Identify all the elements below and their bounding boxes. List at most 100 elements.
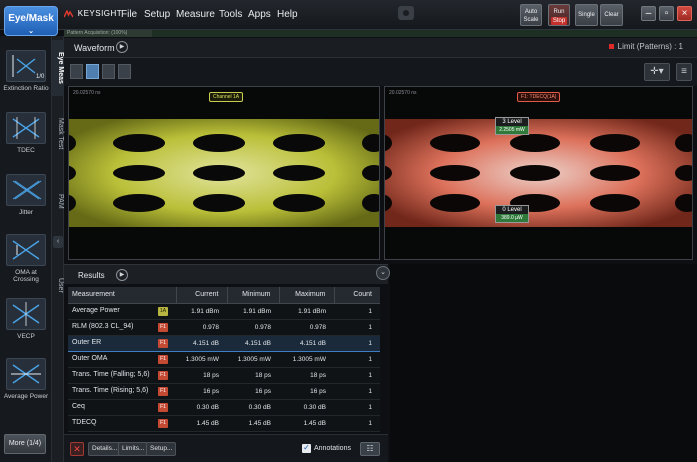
- tdecq-channel-badge[interactable]: F1: TDECQ(1A): [517, 92, 561, 102]
- table-row[interactable]: Trans. Time (Rising; 5,6) F1 16 ps 16 ps 16 …: [68, 383, 380, 400]
- stop-state-label: Stop: [551, 17, 567, 25]
- results-expand-icon[interactable]: ▶: [116, 269, 128, 281]
- auto-scale-button[interactable]: Auto Scale: [520, 4, 542, 26]
- cell-minimum: 1.45 dB: [227, 415, 279, 432]
- tab-pam[interactable]: PAM: [52, 186, 64, 216]
- eye-diagram-channel-1a[interactable]: 20.02570 ns Channel 1A: [52, 86, 386, 260]
- app-window: Eye/Mask ⌄ KEYSIGHT File Setup Measure T…: [0, 0, 697, 462]
- results-footer: ✕ Details... Limits... Setup... ✓ Annota…: [64, 434, 388, 462]
- sidebar-item-vecp[interactable]: VECP: [0, 298, 52, 340]
- cell-maximum: 0.30 dB: [279, 399, 334, 416]
- sidebar-item-jitter[interactable]: Jitter: [0, 174, 52, 216]
- table-row[interactable]: Outer ER F1 4.151 dB 4.151 dB 4.151 dB 1: [68, 334, 380, 352]
- eye-mask-mode-button[interactable]: Eye/Mask ⌄: [4, 6, 58, 36]
- collapse-sidebar-icon[interactable]: ‹: [53, 236, 63, 248]
- mode-button-label: Eye/Mask: [8, 13, 54, 24]
- sidebar-label: OMA at Crossing: [13, 269, 39, 283]
- cell-minimum: 0.978: [227, 319, 279, 336]
- menu-lines-icon[interactable]: ≡: [676, 63, 692, 81]
- sidebar-label: TDEC: [17, 147, 35, 154]
- source-badge: F1: [158, 370, 168, 380]
- menu-file[interactable]: File: [121, 9, 137, 20]
- vertical-tab-strip: Eye Meas Mask Test PAM ‹ User: [52, 36, 64, 462]
- add-marker-button[interactable]: ✛▾: [644, 63, 670, 81]
- limits-button[interactable]: Limits...: [118, 442, 149, 456]
- single-button[interactable]: Single: [575, 4, 598, 26]
- results-table-container: Measurement Current Minimum Maximum Coun…: [68, 287, 380, 432]
- table-row[interactable]: TDECQ F1 1.45 dB 1.45 dB 1.45 dB 1: [68, 415, 380, 432]
- menu-setup[interactable]: Setup: [144, 9, 170, 20]
- menu-tools[interactable]: Tools: [219, 9, 242, 20]
- tab-mask-test[interactable]: Mask Test: [52, 104, 64, 164]
- oma-crossing-icon: [6, 234, 46, 266]
- collapse-results-icon[interactable]: ⌄: [376, 266, 390, 280]
- menu-measure[interactable]: Measure: [176, 9, 215, 20]
- sidebar-item-average-power[interactable]: Average Power: [0, 358, 52, 400]
- clear-display-button[interactable]: Clear: [600, 4, 623, 26]
- more-measurements-button[interactable]: More (1/4): [4, 434, 46, 454]
- limit-status: Limit (Patterns) : 1: [608, 42, 683, 51]
- column-header-measurement[interactable]: Measurement: [68, 287, 177, 304]
- eye-diagram-tdecq[interactable]: 20.02570 ns F1: TDECQ(1A) 3 Level 2.2505…: [368, 86, 697, 260]
- run-stop-button[interactable]: Run Stop: [548, 4, 570, 26]
- keysight-wave-icon: [63, 9, 74, 18]
- cell-minimum: 18 ps: [227, 367, 279, 384]
- sidebar-label: Extinction Ratio: [3, 85, 49, 92]
- channel-1a-badge[interactable]: Channel 1A: [209, 92, 244, 102]
- cell-minimum: 4.151 dB: [227, 334, 279, 352]
- layout-single-button[interactable]: [70, 64, 83, 79]
- measurement-name-cell: Average Power 1A: [68, 303, 176, 320]
- table-row[interactable]: Ceq F1 0.30 dB 0.30 dB 0.30 dB 1: [68, 399, 380, 416]
- table-row[interactable]: RLM (802.3 CL_94) F1 0.978 0.978 0.978 1: [68, 319, 380, 336]
- results-table: Measurement Current Minimum Maximum Coun…: [68, 287, 380, 432]
- layout-tabbed-button[interactable]: [86, 64, 99, 79]
- tab-eye-meas[interactable]: Eye Meas: [52, 40, 64, 96]
- cell-maximum: 18 ps: [279, 367, 334, 384]
- screenshot-camera-icon[interactable]: [398, 6, 414, 20]
- level-3-name: 3 Level: [496, 118, 528, 126]
- tab-user[interactable]: User: [52, 268, 64, 302]
- measurement-name-cell: Trans. Time (Falling; 5,6) F1: [68, 367, 176, 384]
- minimize-icon[interactable]: –: [641, 6, 656, 21]
- menu-apps[interactable]: Apps: [248, 9, 271, 20]
- layout-grid-button[interactable]: [118, 64, 131, 79]
- column-header-minimum[interactable]: Minimum: [227, 287, 280, 304]
- measurement-name-cell: Trans. Time (Rising; 5,6) F1: [68, 383, 176, 400]
- cell-current: 1.45 dB: [176, 415, 227, 432]
- sidebar-label: Jitter: [18, 209, 34, 216]
- source-badge: F1: [158, 338, 168, 348]
- cell-count: 1: [334, 303, 380, 320]
- details-button[interactable]: Details...: [88, 442, 122, 456]
- table-row[interactable]: Average Power 1A 1.91 dBm 1.91 dBm 1.91 dBm 1: [68, 303, 380, 320]
- column-header-current[interactable]: Current: [176, 287, 228, 304]
- cell-current: 16 ps: [176, 383, 227, 400]
- table-layout-icon[interactable]: ☷: [360, 442, 380, 456]
- column-header-maximum[interactable]: Maximum: [279, 287, 335, 304]
- brand-name: KEYSIGHT: [77, 9, 123, 18]
- waveform-panel-header: Waveform ▶ Limit (Patterns) : 1: [64, 38, 697, 58]
- sidebar-item-extinction-ratio[interactable]: 1/0 Extinction Ratio: [0, 50, 52, 92]
- limit-text: Limit (Patterns) : 1: [617, 42, 683, 51]
- table-row[interactable]: Outer OMA F1 1.3005 mW 1.3005 mW 1.3005 mW 1: [68, 351, 380, 368]
- annotations-checkbox[interactable]: ✓: [302, 444, 311, 453]
- measurement-name-cell: Outer ER F1: [68, 334, 176, 352]
- column-header-count[interactable]: Count: [334, 287, 380, 304]
- level-3-marker: 3 Level 2.2505 mW: [495, 117, 529, 135]
- empty-workspace: [390, 264, 697, 462]
- restore-window-icon[interactable]: ▫: [659, 6, 674, 21]
- waveform-expand-icon[interactable]: ▶: [116, 41, 128, 53]
- results-title: Results: [78, 271, 105, 280]
- table-row[interactable]: Trans. Time (Falling; 5,6) F1 18 ps 18 ps 18…: [68, 367, 380, 384]
- close-icon[interactable]: ×: [677, 6, 692, 21]
- measurement-name-cell: TDECQ F1: [68, 415, 176, 432]
- sidebar-item-oma-crossing[interactable]: OMA at Crossing: [0, 234, 52, 283]
- cell-count: 1: [334, 415, 380, 432]
- sidebar-item-tdec[interactable]: TDEC: [0, 112, 52, 154]
- menu-help[interactable]: Help: [277, 9, 298, 20]
- eye-timebase-label: 20.02570 ns: [389, 90, 417, 96]
- layout-stacked-button[interactable]: [102, 64, 115, 79]
- clear-results-icon[interactable]: ✕: [70, 442, 84, 456]
- average-power-icon: [6, 358, 46, 390]
- sidebar-label: VECP: [17, 333, 35, 340]
- setup-button[interactable]: Setup...: [146, 442, 177, 456]
